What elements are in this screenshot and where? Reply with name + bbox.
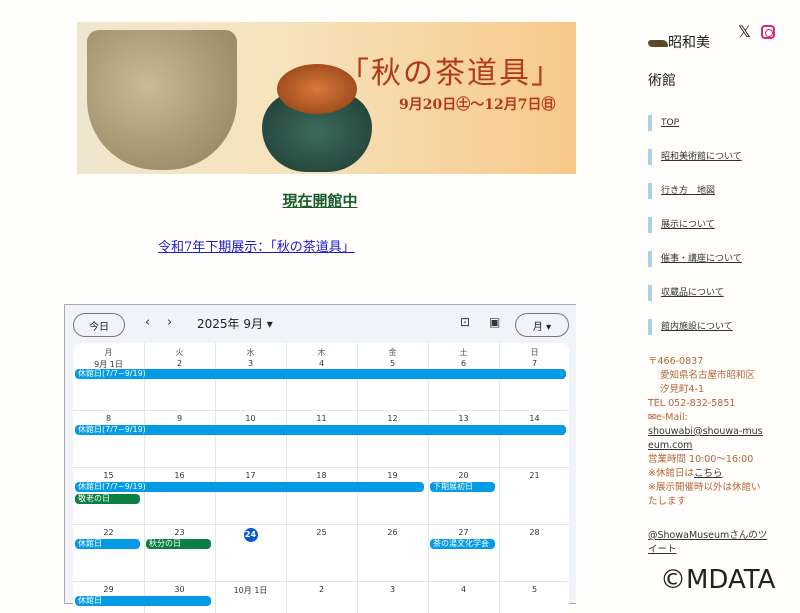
calendar-icon[interactable]: ▣ [489,315,500,329]
day-number[interactable]: 27 [428,528,499,537]
weekday-header: 日 [530,348,539,357]
weekday-header: 月 [104,348,113,357]
day-number[interactable]: 16 [144,471,215,480]
calendar-event[interactable]: 敬老の日 [75,494,140,504]
weekday-header: 水 [246,348,255,357]
sidebar: 昭和美術館 𝕏 TOP 昭和美術館について 行き方 地図 展示について催事・講座につい… [640,0,800,600]
weekday-header: 土 [459,348,468,357]
grid-line [73,410,569,411]
day-number[interactable]: 12 [357,414,428,423]
month-selector[interactable]: 2025年 9月 ▾ [197,315,273,332]
banner-dates: 9月20日㊏〜12月7日㊐ [399,97,556,113]
instagram-icon[interactable] [761,25,775,39]
weekday-header: 木 [317,348,326,357]
day-number[interactable]: 3 [215,359,286,368]
feedback-icon[interactable]: ⊡ [460,315,470,329]
day-number[interactable]: 20 [428,471,499,480]
grid-line [73,581,569,582]
grid-line [73,467,569,468]
calendar-event[interactable]: 下期展初日 [430,482,495,492]
exhibition-link[interactable]: 令和7年下期展示：「秋の茶道具」 [158,236,355,255]
day-number[interactable]: 26 [357,528,428,537]
calendar-widget: 今日 ‹ › 2025年 9月 ▾ ⊡ ▣ 月 ▾ 月火水木金土日 9月 1日 2 3… [64,304,576,613]
day-number[interactable]: 24 [215,528,286,542]
contact-info: 〒466-0837 愛知県名古屋市昭和区 汐見町4-1 TEL 052-832-… [648,355,768,509]
twitter-feed-link[interactable]: @ShowaMuseumさんのツイート [648,529,768,557]
address-line1: 愛知県名古屋市昭和区 [660,370,756,381]
day-number[interactable]: 15 [73,471,144,480]
day-number[interactable]: 21 [499,471,570,480]
calendar-event[interactable]: 休館日 [75,596,211,606]
day-number[interactable]: 11 [286,414,357,423]
nav-item[interactable]: 館内施設について [648,319,733,335]
watermark: ©MDATA [660,565,776,595]
next-month-button[interactable]: › [167,315,172,330]
calendar-event[interactable]: 休館日 [75,539,140,549]
prev-month-button[interactable]: ‹ [145,315,150,330]
day-number[interactable]: 13 [428,414,499,423]
day-number[interactable]: 17 [215,471,286,480]
day-number[interactable]: 25 [286,528,357,537]
day-number[interactable]: 3 [357,585,428,594]
day-number[interactable]: 5 [357,359,428,368]
day-number[interactable]: 9 [144,414,215,423]
nav-item[interactable]: TOP [648,115,679,131]
view-selector[interactable]: 月 ▾ [515,313,569,337]
day-number[interactable]: 23 [144,528,215,537]
calendar-event[interactable]: 休館日(7/7~9/19) [75,369,566,379]
weekday-header: 金 [388,348,397,357]
address-line2: 汐見町4-1 [660,384,705,395]
day-number[interactable]: 8 [73,414,144,423]
day-number[interactable]: 6 [428,359,499,368]
day-number[interactable]: 30 [144,585,215,594]
day-number[interactable]: 10 [215,414,286,423]
tea-bowl-image [87,30,237,170]
exhibition-banner: 「秋の茶道具」 9月20日㊏〜12月7日㊐ [77,22,576,174]
calendar-event[interactable]: 休館日(7/7~9/19) [75,482,424,492]
day-number[interactable]: 7 [499,359,570,368]
banner-title: 「秋の茶道具」 [339,56,563,91]
day-number[interactable]: 22 [73,528,144,537]
day-number[interactable]: 14 [499,414,570,423]
open-status-link[interactable]: 現在開館中 [0,190,640,211]
phone: TEL 052-832-5851 [648,398,736,409]
closure-note: ※展示開催時以外は休館いたします [648,482,761,507]
duck-logo-icon [648,39,668,47]
day-number[interactable]: 2 [286,585,357,594]
calendar-event[interactable]: 秋分の日 [146,539,211,549]
x-icon[interactable]: 𝕏 [738,22,751,41]
opening-hours: 営業時間 10:00〜16:00 [648,454,754,465]
closed-days-text: ※休館日は [648,468,694,479]
closed-days-link[interactable]: こちら [694,468,723,479]
day-number[interactable]: 4 [428,585,499,594]
calendar-event[interactable]: 茶の湯文化学会 [430,539,495,549]
weekday-header: 火 [175,348,184,357]
postal-code: 〒466-0837 [648,356,704,367]
grid-line [73,524,569,525]
day-number[interactable]: 2 [144,359,215,368]
day-number[interactable]: 19 [357,471,428,480]
nav-item[interactable]: 行き方 地図 [648,183,715,199]
day-number[interactable]: 28 [499,528,570,537]
day-number[interactable]: 5 [499,585,570,594]
month-grid: 月火水木金土日 9月 1日 2 3 4 5 6 7 8 9 10 11 12 13 14 15 16 17 18 19… [73,343,569,613]
museum-logo[interactable]: 昭和美術館 [648,24,723,100]
day-number[interactable]: 4 [286,359,357,368]
today-marker[interactable]: 24 [243,528,258,542]
nav-item[interactable]: 収蔵品について [648,285,724,301]
today-button[interactable]: 今日 [73,313,125,337]
nav-item[interactable]: 催事・講座について [648,251,742,267]
calendar-event[interactable]: 休館日(7/7~9/19) [75,425,566,435]
mail-icon: ✉ [648,412,656,423]
email-link[interactable]: shouwabi@shouwa-museum.com [648,426,763,451]
nav-item[interactable]: 展示について [648,217,715,233]
day-number[interactable]: 29 [73,585,144,594]
day-number[interactable]: 10月 1日 [215,585,286,596]
email-label: e-Mail: [655,412,688,423]
day-number[interactable]: 18 [286,471,357,480]
nav-item[interactable]: 昭和美術館について [648,149,742,165]
